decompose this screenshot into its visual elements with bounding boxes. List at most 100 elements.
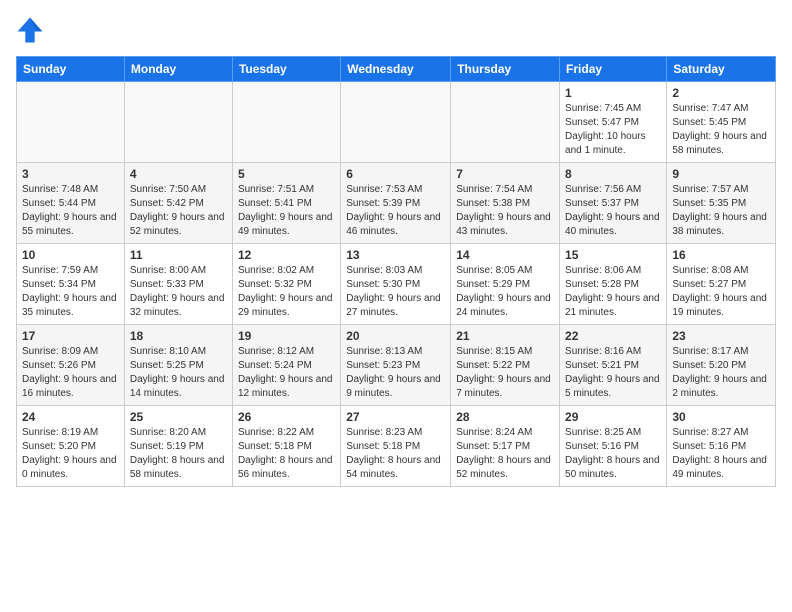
calendar-week-row: 10 Sunrise: 7:59 AM Sunset: 5:34 PM Dayli…	[17, 244, 776, 325]
calendar-cell: 9 Sunrise: 7:57 AM Sunset: 5:35 PM Daylig…	[667, 163, 776, 244]
day-number: 29	[565, 410, 661, 424]
calendar-cell: 16 Sunrise: 8:08 AM Sunset: 5:27 PM Dayli…	[667, 244, 776, 325]
calendar-cell	[451, 82, 560, 163]
calendar-cell: 13 Sunrise: 8:03 AM Sunset: 5:30 PM Dayli…	[341, 244, 451, 325]
day-number: 22	[565, 329, 661, 343]
day-info: Sunrise: 8:16 AM Sunset: 5:21 PM Dayligh…	[565, 345, 661, 401]
day-number: 20	[346, 329, 445, 343]
calendar-cell: 11 Sunrise: 8:00 AM Sunset: 5:33 PM Dayli…	[124, 244, 232, 325]
header	[16, 16, 776, 44]
calendar-cell: 17Sunrise: 8:09 AM Sunset: 5:26 PM Dayli…	[17, 325, 125, 406]
day-info: Sunrise: 7:54 AM Sunset: 5:38 PM Dayligh…	[456, 183, 554, 239]
calendar-cell: 19Sunrise: 8:12 AM Sunset: 5:24 PM Dayli…	[232, 325, 340, 406]
day-number: 11	[130, 248, 227, 262]
day-number: 2	[672, 86, 770, 100]
day-info: Sunrise: 8:13 AM Sunset: 5:23 PM Dayligh…	[346, 345, 445, 401]
day-number: 21	[456, 329, 554, 343]
calendar-cell: 26 Sunrise: 8:22 AM Sunset: 5:18 PM Dayli…	[232, 406, 340, 487]
day-info: Sunrise: 8:25 AM Sunset: 5:16 PM Dayligh…	[565, 426, 661, 482]
calendar-cell: 10 Sunrise: 7:59 AM Sunset: 5:34 PM Dayli…	[17, 244, 125, 325]
calendar-week-row: 1Sunrise: 7:45 AM Sunset: 5:47 PM Daylig…	[17, 82, 776, 163]
day-number: 26	[238, 410, 335, 424]
day-info: Sunrise: 8:15 AM Sunset: 5:22 PM Dayligh…	[456, 345, 554, 401]
calendar-cell: 6 Sunrise: 7:53 AM Sunset: 5:39 PM Daylig…	[341, 163, 451, 244]
day-number: 28	[456, 410, 554, 424]
calendar-cell: 1Sunrise: 7:45 AM Sunset: 5:47 PM Daylig…	[560, 82, 667, 163]
day-info: Sunrise: 7:47 AM Sunset: 5:45 PM Dayligh…	[672, 102, 770, 158]
calendar-cell: 7 Sunrise: 7:54 AM Sunset: 5:38 PM Daylig…	[451, 163, 560, 244]
weekday-header-tuesday: Tuesday	[232, 57, 340, 82]
day-info: Sunrise: 8:17 AM Sunset: 5:20 PM Dayligh…	[672, 345, 770, 401]
day-number: 24	[22, 410, 119, 424]
day-number: 4	[130, 167, 227, 181]
day-number: 9	[672, 167, 770, 181]
day-info: Sunrise: 8:02 AM Sunset: 5:32 PM Dayligh…	[238, 264, 335, 320]
day-info: Sunrise: 8:06 AM Sunset: 5:28 PM Dayligh…	[565, 264, 661, 320]
day-number: 10	[22, 248, 119, 262]
day-info: Sunrise: 8:27 AM Sunset: 5:16 PM Dayligh…	[672, 426, 770, 482]
calendar-cell: 30 Sunrise: 8:27 AM Sunset: 5:16 PM Dayli…	[667, 406, 776, 487]
page: SundayMondayTuesdayWednesdayThursdayFrid…	[0, 0, 792, 495]
day-info: Sunrise: 8:08 AM Sunset: 5:27 PM Dayligh…	[672, 264, 770, 320]
calendar-cell: 29 Sunrise: 8:25 AM Sunset: 5:16 PM Dayli…	[560, 406, 667, 487]
day-info: Sunrise: 8:10 AM Sunset: 5:25 PM Dayligh…	[130, 345, 227, 401]
day-number: 30	[672, 410, 770, 424]
calendar-cell: 24 Sunrise: 8:19 AM Sunset: 5:20 PM Dayli…	[17, 406, 125, 487]
day-info: Sunrise: 7:59 AM Sunset: 5:34 PM Dayligh…	[22, 264, 119, 320]
weekday-header-thursday: Thursday	[451, 57, 560, 82]
calendar-cell: 20 Sunrise: 8:13 AM Sunset: 5:23 PM Dayli…	[341, 325, 451, 406]
logo	[16, 16, 48, 44]
day-info: Sunrise: 7:45 AM Sunset: 5:47 PM Dayligh…	[565, 102, 661, 158]
day-number: 8	[565, 167, 661, 181]
day-number: 13	[346, 248, 445, 262]
calendar-cell: 23 Sunrise: 8:17 AM Sunset: 5:20 PM Dayli…	[667, 325, 776, 406]
day-info: Sunrise: 8:19 AM Sunset: 5:20 PM Dayligh…	[22, 426, 119, 482]
calendar-cell: 14 Sunrise: 8:05 AM Sunset: 5:29 PM Dayli…	[451, 244, 560, 325]
weekday-header-row: SundayMondayTuesdayWednesdayThursdayFrid…	[17, 57, 776, 82]
calendar-cell: 4 Sunrise: 7:50 AM Sunset: 5:42 PM Daylig…	[124, 163, 232, 244]
calendar-cell: 18 Sunrise: 8:10 AM Sunset: 5:25 PM Dayli…	[124, 325, 232, 406]
day-info: Sunrise: 8:05 AM Sunset: 5:29 PM Dayligh…	[456, 264, 554, 320]
logo-icon	[16, 16, 44, 44]
day-number: 6	[346, 167, 445, 181]
day-number: 27	[346, 410, 445, 424]
calendar-cell: 5Sunrise: 7:51 AM Sunset: 5:41 PM Daylig…	[232, 163, 340, 244]
calendar-cell: 27Sunrise: 8:23 AM Sunset: 5:18 PM Dayli…	[341, 406, 451, 487]
calendar-cell	[341, 82, 451, 163]
day-info: Sunrise: 7:57 AM Sunset: 5:35 PM Dayligh…	[672, 183, 770, 239]
day-number: 12	[238, 248, 335, 262]
calendar-week-row: 3Sunrise: 7:48 AM Sunset: 5:44 PM Daylig…	[17, 163, 776, 244]
calendar-week-row: 17Sunrise: 8:09 AM Sunset: 5:26 PM Dayli…	[17, 325, 776, 406]
day-info: Sunrise: 7:50 AM Sunset: 5:42 PM Dayligh…	[130, 183, 227, 239]
calendar-cell: 2 Sunrise: 7:47 AM Sunset: 5:45 PM Daylig…	[667, 82, 776, 163]
day-number: 16	[672, 248, 770, 262]
calendar: SundayMondayTuesdayWednesdayThursdayFrid…	[16, 56, 776, 487]
day-info: Sunrise: 8:22 AM Sunset: 5:18 PM Dayligh…	[238, 426, 335, 482]
day-info: Sunrise: 8:09 AM Sunset: 5:26 PM Dayligh…	[22, 345, 119, 401]
calendar-cell	[17, 82, 125, 163]
weekday-header-sunday: Sunday	[17, 57, 125, 82]
day-info: Sunrise: 8:12 AM Sunset: 5:24 PM Dayligh…	[238, 345, 335, 401]
calendar-cell: 3Sunrise: 7:48 AM Sunset: 5:44 PM Daylig…	[17, 163, 125, 244]
day-number: 7	[456, 167, 554, 181]
weekday-header-friday: Friday	[560, 57, 667, 82]
day-info: Sunrise: 8:00 AM Sunset: 5:33 PM Dayligh…	[130, 264, 227, 320]
day-info: Sunrise: 8:24 AM Sunset: 5:17 PM Dayligh…	[456, 426, 554, 482]
day-info: Sunrise: 7:56 AM Sunset: 5:37 PM Dayligh…	[565, 183, 661, 239]
calendar-cell: 28 Sunrise: 8:24 AM Sunset: 5:17 PM Dayli…	[451, 406, 560, 487]
day-info: Sunrise: 7:48 AM Sunset: 5:44 PM Dayligh…	[22, 183, 119, 239]
calendar-cell	[232, 82, 340, 163]
day-number: 25	[130, 410, 227, 424]
weekday-header-wednesday: Wednesday	[341, 57, 451, 82]
calendar-cell: 21 Sunrise: 8:15 AM Sunset: 5:22 PM Dayli…	[451, 325, 560, 406]
day-info: Sunrise: 7:53 AM Sunset: 5:39 PM Dayligh…	[346, 183, 445, 239]
day-number: 23	[672, 329, 770, 343]
day-number: 15	[565, 248, 661, 262]
calendar-week-row: 24 Sunrise: 8:19 AM Sunset: 5:20 PM Dayli…	[17, 406, 776, 487]
day-number: 14	[456, 248, 554, 262]
day-info: Sunrise: 8:03 AM Sunset: 5:30 PM Dayligh…	[346, 264, 445, 320]
calendar-cell	[124, 82, 232, 163]
day-number: 18	[130, 329, 227, 343]
calendar-cell: 22 Sunrise: 8:16 AM Sunset: 5:21 PM Dayli…	[560, 325, 667, 406]
weekday-header-saturday: Saturday	[667, 57, 776, 82]
